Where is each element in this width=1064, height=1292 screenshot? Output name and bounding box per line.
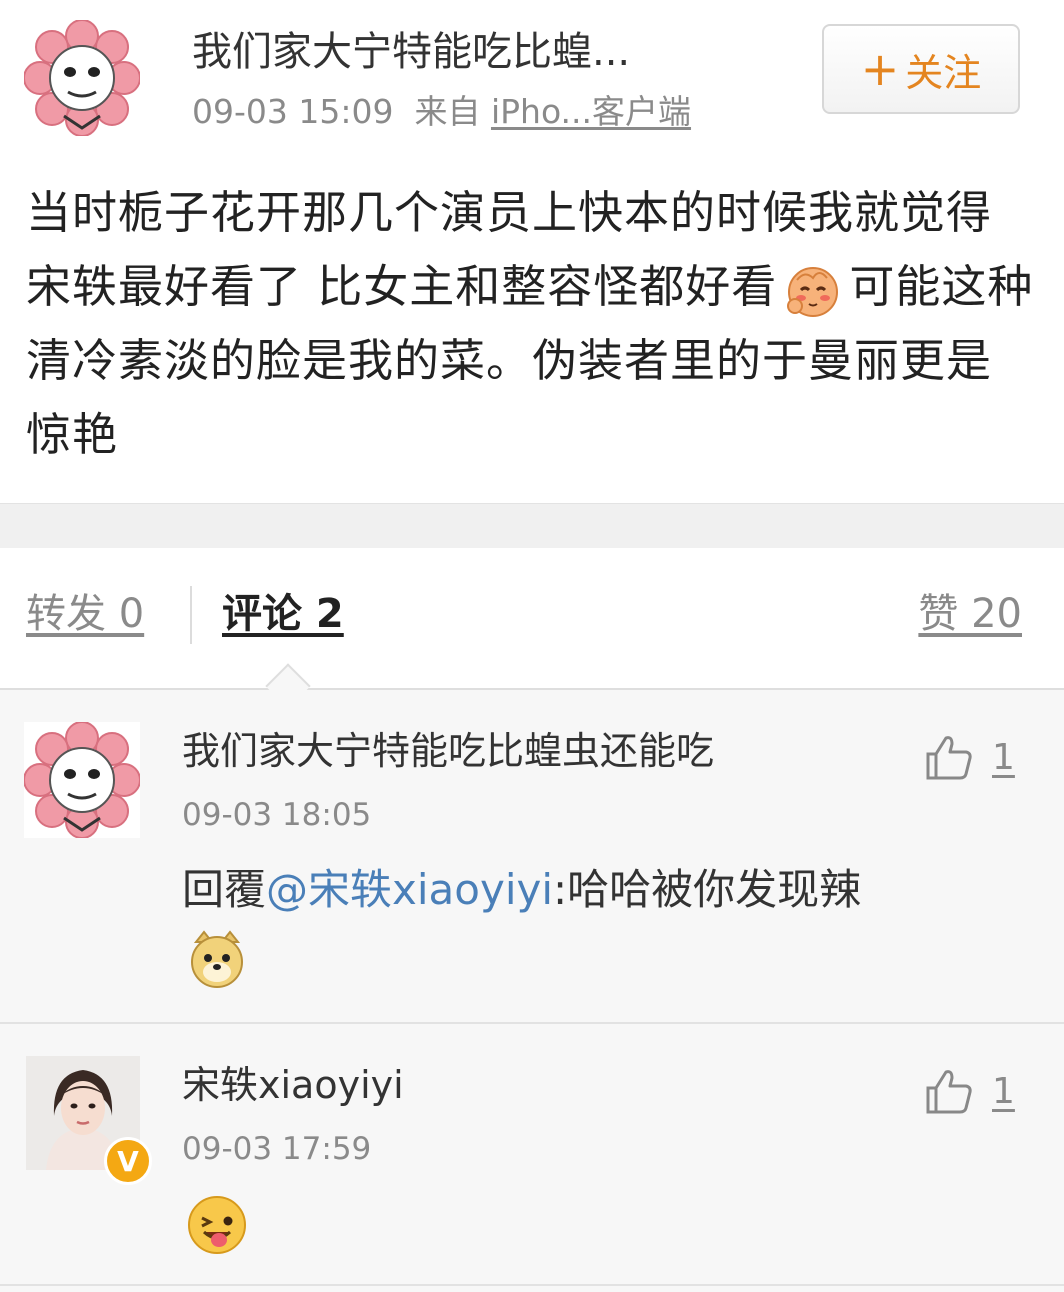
doge-emoji-icon	[186, 928, 248, 990]
follow-label: 关注	[905, 50, 982, 95]
tab-comment[interactable]: 评论 2	[222, 586, 344, 642]
verified-badge-icon: V	[104, 1137, 152, 1185]
post-text-part1: 当时栀子花开那几个演员上快本的时候我就觉得宋轶最好看了 比女主和整容怪都好看	[26, 186, 993, 313]
post-source-link[interactable]: iPho...客户端	[491, 92, 691, 131]
follow-button[interactable]: + 关注	[822, 24, 1020, 114]
tabs-underline	[0, 688, 1064, 690]
shy-face-emoji-icon	[783, 260, 843, 320]
thumbs-up-icon	[926, 736, 972, 780]
post-meta: 09-03 15:09 来自 iPho...客户端	[192, 88, 691, 136]
comment-time: 09-03 17:59	[182, 1131, 372, 1167]
comment-divider	[0, 1284, 1064, 1286]
section-separator	[0, 503, 1064, 548]
flower-face-avatar-icon	[23, 19, 141, 137]
plus-icon: +	[860, 42, 900, 96]
comment-author-name[interactable]: 我们家大宁特能吃比蝗虫还能吃	[182, 724, 714, 778]
author-avatar[interactable]	[23, 19, 141, 137]
comment-author-name[interactable]: 宋轶xiaoyiyi	[182, 1058, 404, 1112]
tongue-wink-emoji-icon	[186, 1194, 248, 1256]
tab-divider	[190, 586, 192, 644]
comment-like-button[interactable]: 1	[924, 1066, 1015, 1116]
tab-repost[interactable]: 转发 0	[26, 586, 144, 642]
comment-time: 09-03 18:05	[182, 797, 372, 833]
flower-face-avatar-icon	[23, 721, 141, 839]
mention-link[interactable]: @宋轶xiaoyiyi	[266, 865, 553, 914]
reply-prefix: 回覆	[182, 865, 267, 914]
reply-text: :哈哈被你发现辣	[553, 865, 862, 914]
post-body: 当时栀子花开那几个演员上快本的时候我就觉得宋轶最好看了 比女主和整容怪都好看 可…	[26, 176, 1036, 472]
comments-area	[0, 690, 1064, 1292]
comment-like-button[interactable]: 1	[924, 732, 1015, 782]
comment-divider	[0, 1022, 1064, 1024]
comment-like-count: 1	[992, 736, 1015, 778]
tab-like[interactable]: 赞 20	[918, 586, 1022, 642]
post-source-prefix: 来自	[414, 92, 481, 131]
post-author-name[interactable]: 我们家大宁特能吃比蝗...	[192, 24, 630, 80]
thumbs-up-icon	[926, 1070, 972, 1114]
comment-like-count: 1	[992, 1070, 1015, 1112]
comment-text: 回覆@宋轶xiaoyiyi:哈哈被你发现辣	[182, 860, 861, 920]
comment-avatar[interactable]	[23, 721, 141, 839]
post-time: 09-03 15:09	[192, 92, 394, 131]
